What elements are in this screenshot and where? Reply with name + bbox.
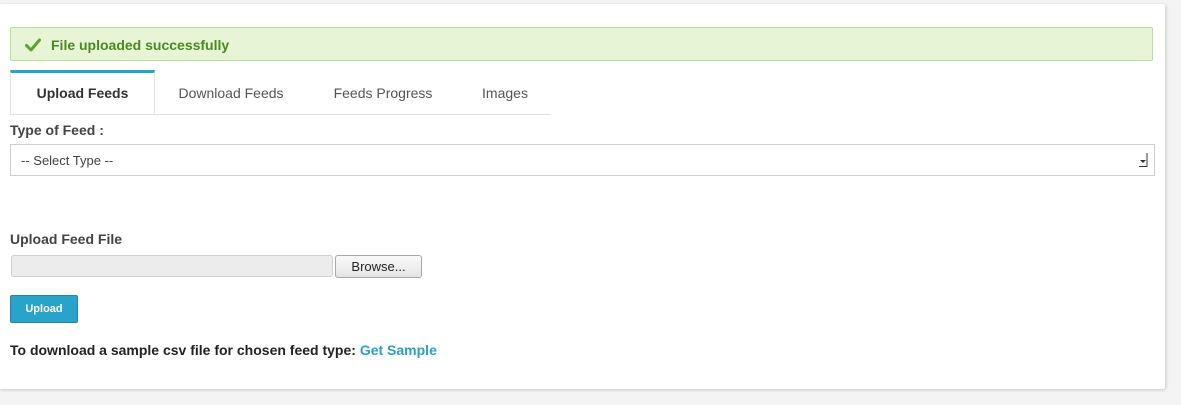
file-path-field[interactable] [11, 255, 333, 277]
tab-download-feeds[interactable]: Download Feeds [165, 70, 297, 114]
upload-panel [0, 4, 1165, 389]
get-sample-link[interactable]: Get Sample [360, 342, 437, 358]
success-alert: File uploaded successfully [10, 27, 1153, 61]
alert-message: File uploaded successfully [51, 37, 230, 53]
upload-button[interactable]: Upload [10, 295, 78, 323]
feed-type-selected-value: -- Select Type -- [21, 153, 114, 168]
feed-tabs: Upload Feeds Download Feeds Feeds Progre… [10, 70, 551, 115]
sample-download-line: To download a sample csv file for chosen… [10, 342, 437, 358]
tab-upload-feeds[interactable]: Upload Feeds [10, 70, 155, 114]
upload-file-label: Upload Feed File [10, 231, 123, 247]
checkmark-icon [25, 38, 41, 52]
feed-type-select[interactable]: -- Select Type -- [10, 144, 1155, 176]
dropdown-arrow-icon [1138, 152, 1148, 168]
tab-feeds-progress[interactable]: Feeds Progress [317, 70, 449, 114]
tab-images[interactable]: Images [469, 70, 541, 114]
browse-button[interactable]: Browse... [335, 255, 422, 278]
sample-download-text: To download a sample csv file for chosen… [10, 342, 356, 358]
feed-type-label: Type of Feed : [10, 122, 104, 138]
